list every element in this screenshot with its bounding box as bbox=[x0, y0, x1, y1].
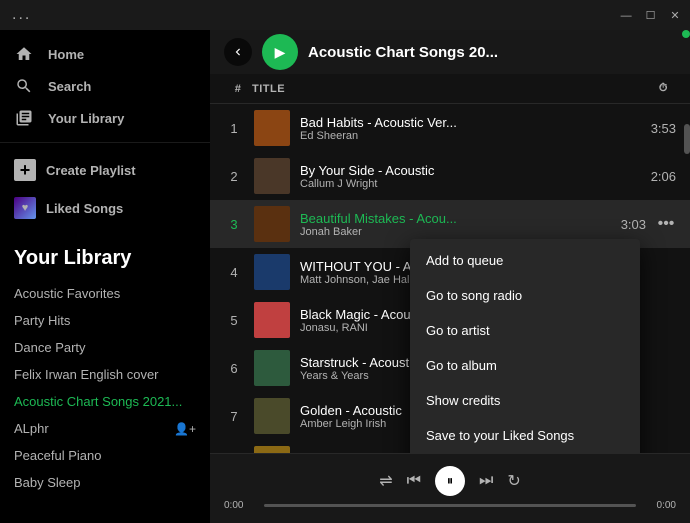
track-info: By Your Side - Acoustic Callum J Wright bbox=[300, 163, 631, 190]
header-duration: ⏱ bbox=[628, 82, 668, 95]
context-menu-go-to-song-radio[interactable]: Go to song radio bbox=[410, 278, 640, 313]
track-number: 2 bbox=[224, 169, 244, 184]
track-number: 6 bbox=[224, 361, 244, 376]
liked-songs-button[interactable]: ♥ Liked Songs bbox=[0, 189, 210, 227]
track-thumbnail bbox=[254, 206, 290, 242]
sidebar-item-search-label: Search bbox=[48, 79, 91, 94]
sidebar-actions: + Create Playlist ♥ Liked Songs bbox=[0, 142, 210, 235]
home-icon bbox=[14, 44, 34, 64]
search-icon bbox=[14, 76, 34, 96]
maximize-button[interactable]: ☐ bbox=[644, 9, 658, 23]
context-menu-show-credits[interactable]: Show credits bbox=[410, 383, 640, 418]
app-menu-dots[interactable]: ... bbox=[12, 6, 31, 24]
progress-bar[interactable] bbox=[264, 504, 636, 507]
track-list: 1 Bad Habits - Acoustic Ver... Ed Sheera… bbox=[210, 104, 690, 453]
track-thumbnail bbox=[254, 158, 290, 194]
header-title: TITLE bbox=[252, 83, 628, 95]
context-menu-go-to-album[interactable]: Go to album bbox=[410, 348, 640, 383]
track-duration: 3:03 bbox=[611, 217, 646, 232]
sidebar-item-library-label: Your Library bbox=[48, 111, 124, 126]
track-row[interactable]: 1 Bad Habits - Acoustic Ver... Ed Sheera… bbox=[210, 104, 690, 152]
liked-songs-label: Liked Songs bbox=[46, 201, 123, 216]
sidebar-nav: Home Search Your Library bbox=[0, 30, 210, 142]
playlist-item-baby-sleep[interactable]: Baby Sleep bbox=[0, 469, 210, 496]
top-bar: ... — ☐ ✕ bbox=[0, 0, 690, 30]
sidebar-item-search[interactable]: Search bbox=[0, 70, 210, 102]
track-more-button[interactable]: ••• bbox=[656, 215, 676, 233]
track-info: Bad Habits - Acoustic Ver... Ed Sheeran bbox=[300, 115, 631, 142]
progress-bar-row: 0:00 0:00 bbox=[210, 500, 690, 511]
track-name: Bad Habits - Acoustic Ver... bbox=[300, 115, 631, 130]
right-panel: ▶ Acoustic Chart Songs 20... # TITLE ⏱ 1… bbox=[210, 30, 690, 523]
playlist-item-felix-irwan[interactable]: Felix Irwan English cover bbox=[0, 361, 210, 388]
panel-header: ▶ Acoustic Chart Songs 20... bbox=[210, 30, 690, 74]
track-row[interactable]: 2 By Your Side - Acoustic Callum J Wrigh… bbox=[210, 152, 690, 200]
playlist-item-dance-party[interactable]: Dance Party bbox=[0, 334, 210, 361]
track-name: By Your Side - Acoustic bbox=[300, 163, 631, 178]
minimize-button[interactable]: — bbox=[619, 9, 633, 23]
context-menu: Add to queue Go to song radio Go to arti… bbox=[410, 239, 640, 453]
track-name: Beautiful Mistakes - Acou... bbox=[300, 211, 601, 226]
track-artist: Ed Sheeran bbox=[300, 130, 631, 142]
repeat-button[interactable]: ↻ bbox=[507, 471, 520, 491]
scrollbar[interactable] bbox=[684, 124, 690, 154]
sidebar-item-home[interactable]: Home bbox=[0, 38, 210, 70]
back-button[interactable] bbox=[224, 38, 252, 66]
header-num: # bbox=[224, 83, 252, 95]
sidebar-item-library[interactable]: Your Library bbox=[0, 102, 210, 134]
create-playlist-label: Create Playlist bbox=[46, 163, 136, 178]
track-thumbnail bbox=[254, 350, 290, 386]
track-info: Beautiful Mistakes - Acou... Jonah Baker bbox=[300, 211, 601, 238]
time-total: 0:00 bbox=[644, 500, 676, 511]
create-playlist-button[interactable]: + Create Playlist bbox=[0, 151, 210, 189]
panel-title: Acoustic Chart Songs 20... bbox=[308, 44, 676, 61]
sidebar: Home Search Your Library + Create Playli… bbox=[0, 30, 210, 523]
track-thumbnail bbox=[254, 302, 290, 338]
track-thumbnail bbox=[254, 254, 290, 290]
close-button[interactable]: ✕ bbox=[668, 9, 682, 23]
track-thumbnail bbox=[254, 110, 290, 146]
library-icon bbox=[14, 108, 34, 128]
library-header: Your Library bbox=[0, 235, 210, 276]
liked-songs-icon: ♥ bbox=[14, 197, 36, 219]
context-menu-go-to-artist[interactable]: Go to artist bbox=[410, 313, 640, 348]
bottom-player: ⇌ ⏮ ⏸ ⏭ ↻ 0:00 0:00 bbox=[210, 453, 690, 523]
play-button-header[interactable]: ▶ bbox=[262, 34, 298, 70]
track-number: 4 bbox=[224, 265, 244, 280]
status-dot bbox=[682, 30, 690, 38]
track-number: 7 bbox=[224, 409, 244, 424]
main-layout: Home Search Your Library + Create Playli… bbox=[0, 30, 690, 523]
context-menu-save-to-liked[interactable]: Save to your Liked Songs bbox=[410, 418, 640, 453]
track-duration: 3:53 bbox=[641, 121, 676, 136]
window-controls: — ☐ ✕ bbox=[613, 6, 682, 24]
playlist-list: Acoustic Favorites Party Hits Dance Part… bbox=[0, 276, 210, 523]
shuffle-button[interactable]: ⇌ bbox=[379, 471, 392, 491]
create-playlist-icon: + bbox=[14, 159, 36, 181]
player-controls: ⇌ ⏮ ⏸ ⏭ ↻ bbox=[210, 466, 690, 496]
alphr-person-icon: 👤+ bbox=[174, 422, 196, 436]
time-current: 0:00 bbox=[224, 500, 256, 511]
playlist-item-acoustic-favorites[interactable]: Acoustic Favorites bbox=[0, 280, 210, 307]
context-menu-add-to-queue[interactable]: Add to queue bbox=[410, 243, 640, 278]
playlist-item-party-hits[interactable]: Party Hits bbox=[0, 307, 210, 334]
playlist-item-peaceful-piano[interactable]: Peaceful Piano bbox=[0, 442, 210, 469]
track-artist: Callum J Wright bbox=[300, 178, 631, 190]
sidebar-item-home-label: Home bbox=[48, 47, 84, 62]
track-list-header: # TITLE ⏱ bbox=[210, 74, 690, 104]
track-number: 1 bbox=[224, 121, 244, 136]
track-duration: 2:06 bbox=[641, 169, 676, 184]
track-number: 5 bbox=[224, 313, 244, 328]
track-thumbnail bbox=[254, 398, 290, 434]
previous-button[interactable]: ⏮ bbox=[407, 472, 421, 490]
next-button[interactable]: ⏭ bbox=[479, 472, 493, 490]
track-thumbnail bbox=[254, 446, 290, 453]
playlist-item-acoustic-chart[interactable]: Acoustic Chart Songs 2021... bbox=[0, 388, 210, 415]
track-number: 3 bbox=[224, 217, 244, 232]
track-artist: Jonah Baker bbox=[300, 226, 601, 238]
play-pause-button[interactable]: ⏸ bbox=[435, 466, 465, 496]
playlist-item-alphr[interactable]: ALphr 👤+ bbox=[0, 415, 210, 442]
